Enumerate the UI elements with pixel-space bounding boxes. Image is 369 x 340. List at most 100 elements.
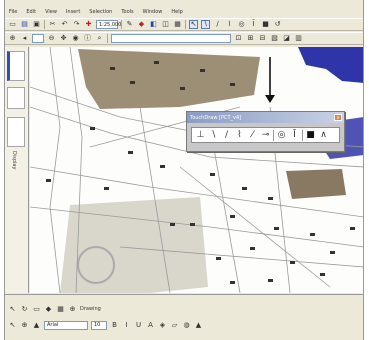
menu-file[interactable]: File bbox=[9, 9, 17, 15]
map-point bbox=[274, 227, 279, 230]
tool-icon[interactable]: ◪ bbox=[282, 34, 291, 43]
tool-icon[interactable]: ▥ bbox=[294, 34, 303, 43]
tool-icon[interactable]: ⊟ bbox=[258, 34, 267, 43]
standard-toolbar: ▭ ▤ ▣ ✂ ↶ ↷ ✚ 1:25,000 ✎ ◆ ◧ ◫ ▦ ↖ ∖ ∕ ⌇… bbox=[5, 18, 363, 31]
map-point bbox=[230, 215, 235, 218]
menu-tools[interactable]: Tools bbox=[121, 9, 133, 15]
undo-icon[interactable]: ↶ bbox=[60, 20, 69, 29]
small-combo[interactable] bbox=[32, 34, 44, 43]
circle-icon[interactable]: ◎ bbox=[276, 130, 287, 141]
new-icon[interactable]: ▭ bbox=[8, 20, 17, 29]
floating-drawing-toolbar[interactable]: TouchDraw [PCT_v4] x ⊥ ∖ ∕ ⌇ ⁄ ⊸ ◎ Ī ■ ∧ bbox=[186, 111, 345, 152]
map-view[interactable] bbox=[30, 47, 364, 293]
text-icon[interactable]: Ī bbox=[249, 20, 258, 29]
map-point bbox=[180, 87, 185, 90]
polyline-icon[interactable]: ∖ bbox=[201, 20, 210, 29]
find-icon[interactable]: ⌕ bbox=[95, 34, 104, 43]
drawing-toolbar-row: ↖ ⊕ ▲ Arial 10 B I U A ◈ ▱ ◍ ▲ bbox=[8, 319, 203, 331]
zoom-icon[interactable]: ⊕ bbox=[68, 305, 77, 314]
tool-icon[interactable]: ⊕ bbox=[20, 321, 29, 330]
shadow-icon[interactable]: ▲ bbox=[194, 321, 203, 330]
menu-insert[interactable]: Insert bbox=[66, 9, 80, 15]
line-style-icon[interactable]: ∧ bbox=[318, 130, 329, 141]
curve-icon[interactable]: ∕ bbox=[213, 20, 222, 29]
italic-icon[interactable]: I bbox=[122, 321, 131, 330]
select-arrow-icon[interactable]: ↖ bbox=[189, 20, 198, 29]
tool-blue-icon[interactable]: ◧ bbox=[149, 20, 158, 29]
app-window: File Edit View Insert Selection Tools Wi… bbox=[4, 0, 364, 340]
reshape-icon[interactable]: ⌇ bbox=[225, 20, 234, 29]
menu-view[interactable]: View bbox=[45, 9, 57, 15]
toolbar-separator bbox=[185, 20, 186, 29]
underline-icon[interactable]: U bbox=[134, 321, 143, 330]
segment-icon[interactable]: ⊸ bbox=[260, 130, 271, 141]
editor-icon[interactable]: ✎ bbox=[125, 20, 134, 29]
close-icon[interactable]: x bbox=[334, 114, 342, 121]
tool-icon[interactable]: ▦ bbox=[173, 20, 182, 29]
tool-icon[interactable]: ⊡ bbox=[234, 34, 243, 43]
save-icon[interactable]: ▣ bbox=[32, 20, 41, 29]
callout-arrow-head bbox=[265, 95, 275, 103]
redo-icon[interactable]: ↷ bbox=[72, 20, 81, 29]
map-point bbox=[104, 187, 109, 190]
curve-icon[interactable]: ∕ bbox=[221, 130, 232, 141]
full-extent-icon[interactable]: ◉ bbox=[71, 34, 80, 43]
rectangle-icon[interactable]: ▭ bbox=[32, 305, 41, 314]
menu-window[interactable]: Window bbox=[143, 9, 163, 15]
tool-icon[interactable]: ⊞ bbox=[246, 34, 255, 43]
size-combo[interactable]: 10 bbox=[91, 320, 107, 330]
map-point bbox=[268, 279, 273, 282]
floating-toolbar-tools: ⊥ ∖ ∕ ⌇ ⁄ ⊸ ◎ Ī ■ ∧ bbox=[191, 127, 340, 143]
layer-combo[interactable] bbox=[111, 34, 231, 43]
text-icon[interactable]: Ī bbox=[289, 130, 300, 141]
select-elements-icon[interactable]: ↖ bbox=[8, 321, 17, 330]
select-elements-icon[interactable]: ↖ bbox=[8, 305, 17, 314]
bold-icon[interactable]: B bbox=[110, 321, 119, 330]
marker-color-icon[interactable]: ◍ bbox=[182, 321, 191, 330]
map-point bbox=[160, 165, 165, 168]
add-data-icon[interactable]: ✚ bbox=[84, 20, 93, 29]
drawing-menu-label[interactable]: Drawing bbox=[80, 306, 101, 312]
tools-toolbar: ⊕ ◂ ⊖ ✥ ◉ ⓘ ⌕ ⊡ ⊞ ⊟ ▧ ◪ ▥ bbox=[5, 32, 363, 45]
select-arrow-icon[interactable]: ⊥ bbox=[195, 130, 206, 141]
arc-icon[interactable]: ⁄ bbox=[247, 130, 258, 141]
polyline-icon[interactable]: ∖ bbox=[208, 130, 219, 141]
tool-icon[interactable]: ◆ bbox=[44, 305, 53, 314]
tool-red-icon[interactable]: ◆ bbox=[137, 20, 146, 29]
open-icon[interactable]: ▤ bbox=[20, 20, 29, 29]
menu-edit[interactable]: Edit bbox=[26, 9, 36, 15]
font-color-icon[interactable]: A bbox=[146, 321, 155, 330]
fill-icon[interactable]: ■ bbox=[305, 130, 316, 141]
freehand-icon[interactable]: ⌇ bbox=[234, 130, 245, 141]
line-color-icon[interactable]: ▱ bbox=[170, 321, 179, 330]
toc-tab-display[interactable] bbox=[7, 51, 25, 81]
back-icon[interactable]: ◂ bbox=[20, 34, 29, 43]
fill-color-icon[interactable]: ◈ bbox=[158, 321, 167, 330]
identify-icon[interactable]: ⓘ bbox=[83, 34, 92, 43]
floating-toolbar-titlebar[interactable]: TouchDraw [PCT_v4] x bbox=[187, 112, 344, 123]
water-body bbox=[298, 47, 363, 83]
map-canvas[interactable] bbox=[30, 47, 364, 293]
circle-icon[interactable]: ◎ bbox=[237, 20, 246, 29]
menu-help[interactable]: Help bbox=[171, 9, 182, 15]
pan-icon[interactable]: ✥ bbox=[59, 34, 68, 43]
tool-icon[interactable]: ◫ bbox=[161, 20, 170, 29]
tool-icon[interactable]: ▦ bbox=[56, 305, 65, 314]
font-combo[interactable]: Arial bbox=[44, 320, 88, 330]
zoom-in-icon[interactable]: ⊕ bbox=[8, 34, 17, 43]
map-point bbox=[90, 127, 95, 130]
menu-selection[interactable]: Selection bbox=[89, 9, 112, 15]
tool-icon[interactable]: ▲ bbox=[32, 321, 41, 330]
tool-separator bbox=[273, 129, 274, 141]
rotate-icon[interactable]: ↻ bbox=[20, 305, 29, 314]
rotate-icon[interactable]: ↺ bbox=[273, 20, 282, 29]
toolbar-separator bbox=[121, 20, 122, 29]
scale-combo[interactable]: 1:25,000 bbox=[96, 20, 121, 29]
toc-tab-selection[interactable] bbox=[7, 117, 25, 147]
tool-icon[interactable]: ▧ bbox=[270, 34, 279, 43]
toc-tab-source[interactable] bbox=[7, 87, 25, 109]
cut-icon[interactable]: ✂ bbox=[48, 20, 57, 29]
map-point bbox=[190, 223, 195, 226]
zoom-out-icon[interactable]: ⊖ bbox=[47, 34, 56, 43]
fill-icon[interactable]: ■ bbox=[261, 20, 270, 29]
